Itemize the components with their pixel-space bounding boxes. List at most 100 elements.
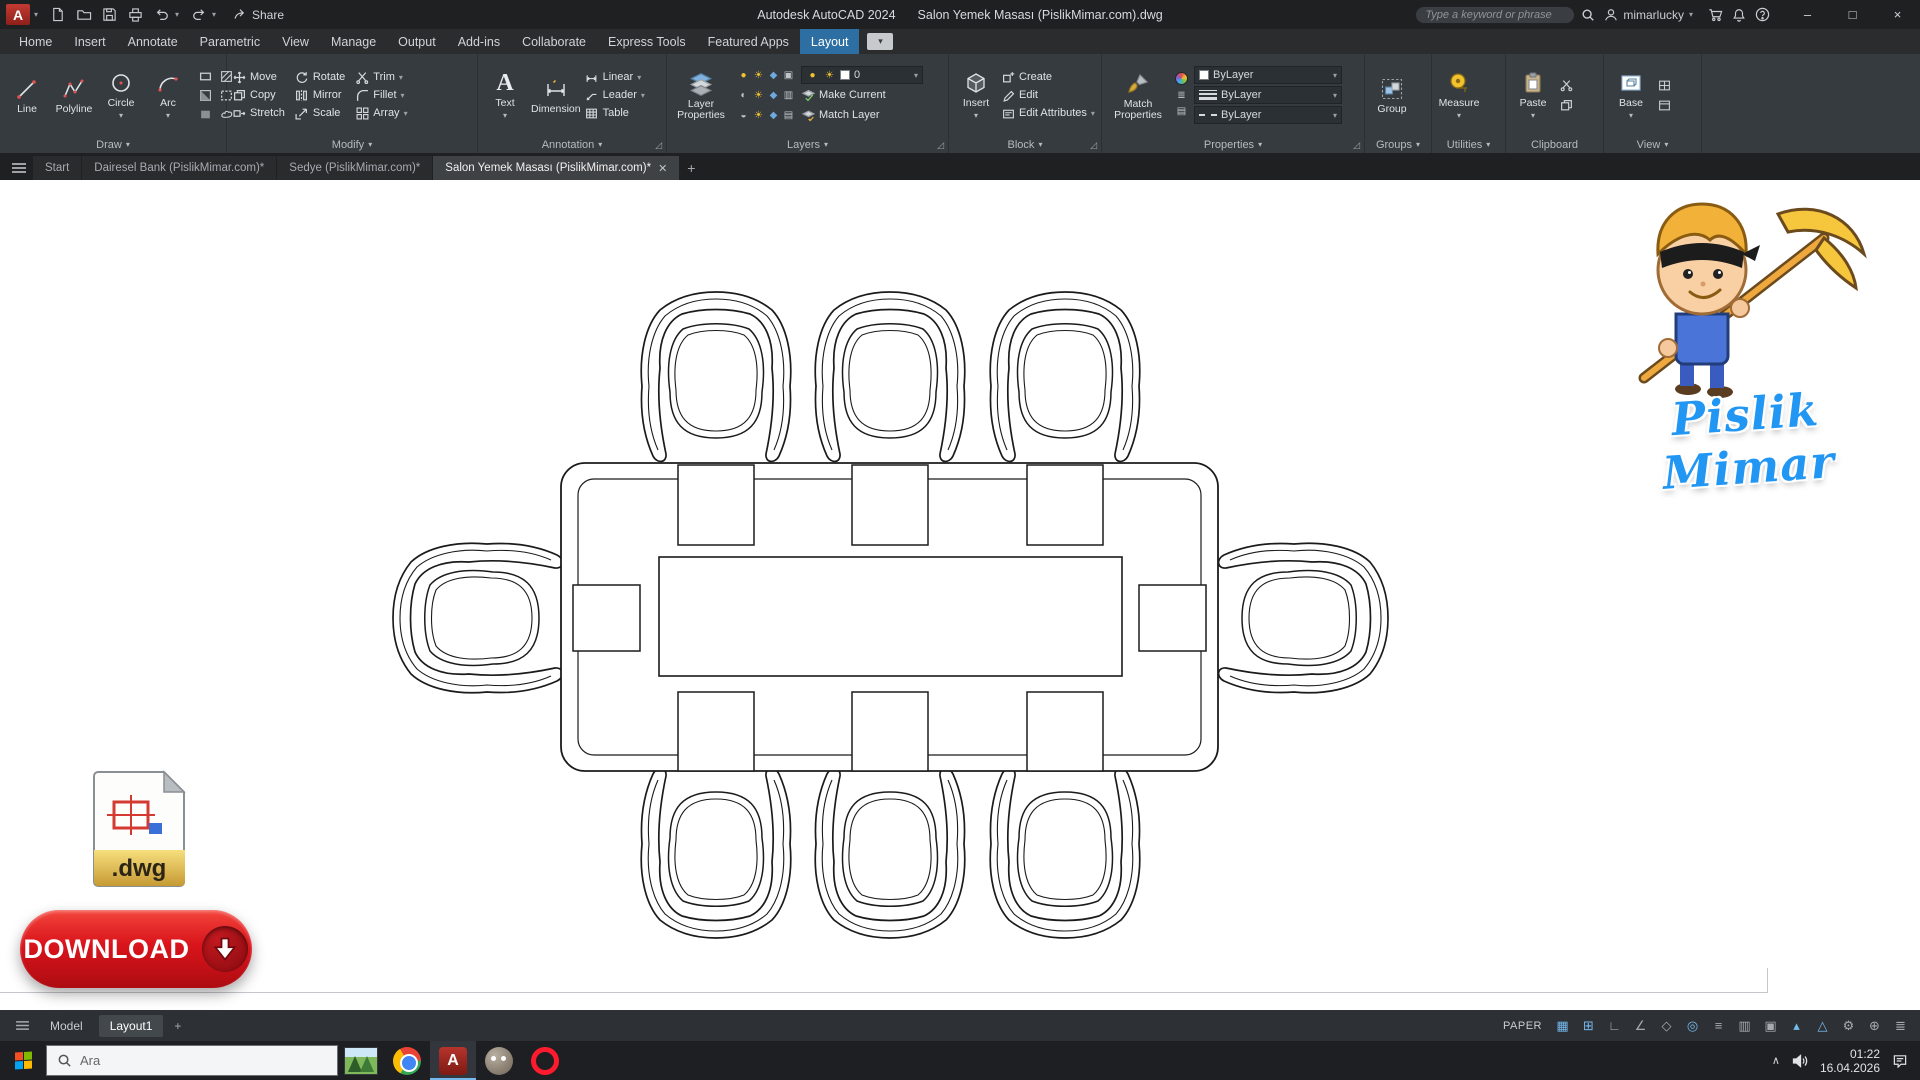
layer-walk-icon[interactable]: ◒ [737, 108, 750, 122]
layer-unlock-icon[interactable]: ▥ [782, 88, 795, 102]
opera-icon[interactable] [522, 1041, 568, 1080]
workspace-switching-icon[interactable]: ⚙ [1839, 1016, 1858, 1036]
layout1-tab[interactable]: Layout1 [99, 1015, 164, 1037]
block-dialog-launcher-icon[interactable]: ◿ [1090, 140, 1097, 151]
plot-button[interactable] [123, 4, 148, 26]
viewport-icon[interactable] [1656, 77, 1672, 93]
chrome-icon[interactable] [384, 1041, 430, 1080]
list-properties-icon[interactable]: ≣ [1175, 88, 1188, 102]
ribbon-tab-insert[interactable]: Insert [63, 29, 116, 54]
arc-tool[interactable]: Arc ▾ [146, 67, 190, 123]
edit-block-tool[interactable]: Edit [1001, 88, 1095, 102]
create-block-tool[interactable]: Create [1001, 70, 1095, 84]
base-view-tool[interactable]: Base ▾ [1609, 67, 1653, 123]
isodraft-icon[interactable]: ◇ [1657, 1016, 1676, 1036]
maximize-button[interactable]: □ [1830, 0, 1875, 29]
move-tool[interactable]: Move [232, 70, 285, 84]
insert-block-tool[interactable]: Insert ▾ [954, 67, 998, 123]
cut-icon[interactable] [1558, 77, 1574, 93]
ribbon-tab-featured-apps[interactable]: Featured Apps [697, 29, 800, 54]
annotation-scale-icon[interactable]: △ [1813, 1016, 1832, 1036]
dimension-tool[interactable]: Dimension [530, 73, 582, 117]
panel-title-view[interactable]: View▾ [1604, 136, 1701, 153]
named-views-icon[interactable] [1656, 97, 1672, 113]
taskbar-clock[interactable]: 01:22 16.04.2026 [1820, 1047, 1880, 1075]
share-button[interactable]: Share [233, 8, 284, 22]
layer-dropdown[interactable]: ● ☀ 0 ▾ [801, 66, 923, 84]
layer-on-icon[interactable]: ● [737, 68, 750, 82]
status-menu-icon[interactable] [10, 1020, 34, 1031]
table-tool[interactable]: Table [585, 106, 645, 120]
layer-lock-icon[interactable]: ▣ [782, 68, 795, 82]
undo-caret-icon[interactable]: ▾ [175, 10, 185, 19]
linetype-dropdown[interactable]: ByLayer ▾ [1194, 106, 1342, 124]
file-tab-salon-yemek-masasi[interactable]: Salon Yemek Masası (PislikMimar.com)* ✕ [433, 156, 679, 180]
layer-merge-icon[interactable]: ◆ [767, 108, 780, 122]
ribbon-tab-view[interactable]: View [271, 29, 320, 54]
file-tabs-menu-icon[interactable] [6, 156, 32, 179]
layer-delete-icon[interactable]: ▤ [782, 108, 795, 122]
measure-tool[interactable]: Measure ▾ [1437, 67, 1481, 123]
lineweight-display-icon[interactable]: ≡ [1709, 1016, 1728, 1036]
linear-dimension-tool[interactable]: Linear▾ [585, 70, 645, 84]
paper-space-indicator[interactable]: PAPER [1503, 1020, 1542, 1032]
keyword-search-input[interactable] [1415, 6, 1575, 24]
layer-vpfreeze-icon[interactable]: ◆ [767, 88, 780, 102]
grid-icon[interactable]: ▦ [1553, 1016, 1572, 1036]
trim-tool[interactable]: Trim▾ [355, 70, 407, 84]
annotation-visibility-icon[interactable]: ▴ [1787, 1016, 1806, 1036]
ribbon-tab-express-tools[interactable]: Express Tools [597, 29, 697, 54]
file-tab-sedye[interactable]: Sedye (PislikMimar.com)* [277, 156, 432, 180]
ribbon-tab-annotate[interactable]: Annotate [117, 29, 189, 54]
copy-tool[interactable]: Copy [232, 88, 285, 102]
volume-icon[interactable] [1792, 1054, 1808, 1068]
layer-freeze-icon[interactable]: ◆ [767, 68, 780, 82]
ribbon-tab-collaborate[interactable]: Collaborate [511, 29, 597, 54]
copy-clip-icon[interactable] [1558, 97, 1574, 113]
object-color-dropdown[interactable]: ByLayer ▾ [1194, 66, 1342, 84]
region-tool-icon[interactable] [197, 106, 213, 122]
ribbon-tab-parametric[interactable]: Parametric [189, 29, 271, 54]
customize-icon[interactable]: ≣ [1891, 1016, 1910, 1036]
panel-title-draw[interactable]: Draw▾ [0, 136, 226, 153]
gradient-tool-icon[interactable] [197, 87, 213, 103]
line-tool[interactable]: Line [5, 73, 49, 117]
tray-expand-icon[interactable]: ∧ [1772, 1054, 1780, 1067]
circle-tool[interactable]: Circle ▾ [99, 67, 143, 123]
panel-title-properties[interactable]: Properties▾◿ [1102, 136, 1364, 153]
edit-attributes-tool[interactable]: Edit Attributes▾ [1001, 106, 1095, 120]
save-button[interactable] [97, 4, 122, 26]
taskbar-search-input[interactable] [80, 1053, 300, 1068]
make-current-button[interactable]: Make Current [801, 88, 886, 102]
layer-properties-button[interactable]: Layer Properties [672, 68, 730, 123]
panel-title-groups[interactable]: Groups▾ [1365, 136, 1431, 153]
autocad-taskbar-icon[interactable]: A [430, 1041, 476, 1080]
ribbon-tab-manage[interactable]: Manage [320, 29, 387, 54]
color-wheel-icon[interactable] [1175, 72, 1188, 85]
new-file-button[interactable] [45, 4, 70, 26]
redo-caret-icon[interactable]: ▾ [212, 10, 222, 19]
transparency-icon[interactable]: ▥ [1735, 1016, 1754, 1036]
action-center-icon[interactable] [1892, 1053, 1908, 1068]
photo-thumbnail-icon[interactable] [338, 1041, 384, 1080]
ribbon-collapse-button[interactable]: ▾ [867, 33, 893, 50]
stretch-tool[interactable]: Stretch [232, 106, 285, 120]
panel-title-layers[interactable]: Layers▾◿ [667, 136, 948, 153]
signed-in-user[interactable]: mimarlucky ▾ [1604, 8, 1699, 22]
ribbon-tab-addins[interactable]: Add-ins [447, 29, 511, 54]
ribbon-tab-layout[interactable]: Layout [800, 29, 860, 54]
text-tool[interactable]: A Text ▾ [483, 67, 527, 123]
app-menu-caret-icon[interactable]: ▾ [34, 10, 44, 19]
panel-title-utilities[interactable]: Utilities▾ [1432, 136, 1505, 153]
new-tab-button[interactable]: + [680, 157, 702, 179]
panel-title-modify[interactable]: Modify▾ [227, 136, 477, 153]
app-store-cart-icon[interactable] [1708, 8, 1723, 22]
properties-dialog-launcher-icon[interactable]: ◿ [1353, 140, 1360, 151]
layer-isolate-icon[interactable]: ◐ [737, 88, 750, 102]
mirror-tool[interactable]: Mirror [295, 88, 345, 102]
layers-dialog-launcher-icon[interactable]: ◿ [937, 140, 944, 151]
match-layer-button[interactable]: Match Layer [801, 108, 880, 122]
file-tab-start[interactable]: Start [33, 156, 81, 180]
scale-tool[interactable]: Scale [295, 106, 345, 120]
rotate-tool[interactable]: Rotate [295, 70, 345, 84]
